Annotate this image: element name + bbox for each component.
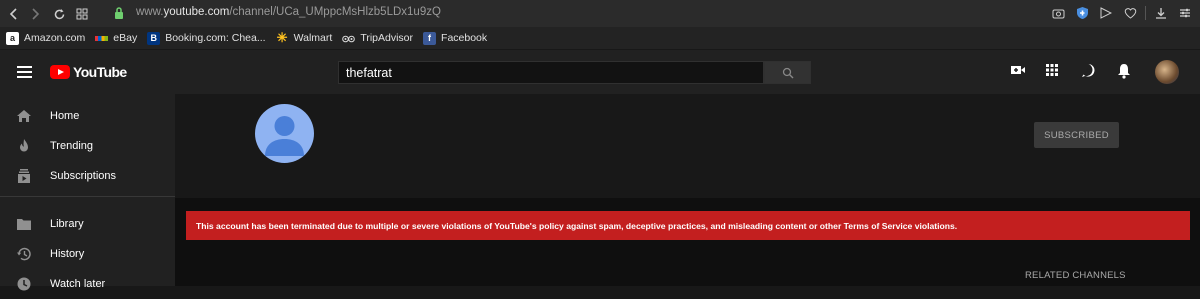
sidebar-item-label: Watch later [50, 278, 106, 290]
sidebar-item-trending[interactable]: Trending [0, 131, 175, 161]
sidebar-item-library[interactable]: Library [0, 209, 175, 239]
bookmarks-bar: a Amazon.com eBay B Booking.com: Chea...… [0, 27, 1200, 49]
toolbar-divider [1145, 6, 1146, 20]
vpn-shield-icon[interactable] [1073, 4, 1091, 22]
reload-icon[interactable] [48, 3, 70, 25]
subscriptions-icon [18, 169, 30, 183]
youtube-play-icon [50, 65, 70, 79]
search-icon [782, 67, 793, 78]
logo-text: YouTube [73, 64, 127, 80]
browser-toolbar: www.youtube.com/channel/UCa_UMppcMsHlzb5… [0, 0, 1200, 27]
sidebar-item-history[interactable]: History [0, 239, 175, 269]
related-channels-heading: RELATED CHANNELS [1025, 270, 1126, 281]
bookmark-label: Amazon.com [24, 32, 86, 44]
bookmark-facebook[interactable]: f Facebook [423, 31, 488, 45]
notifications-icon[interactable] [1117, 63, 1131, 84]
back-icon[interactable] [3, 3, 25, 25]
search-input[interactable]: thefatrat [338, 61, 764, 84]
bookmark-label: TripAdvisor [360, 32, 414, 44]
default-user-icon [265, 116, 304, 156]
bookmark-ebay[interactable]: eBay [95, 32, 137, 44]
history-icon [17, 247, 31, 261]
sidebar-item-label: Trending [50, 140, 94, 152]
messages-icon[interactable] [1081, 63, 1096, 83]
channel-header: SUBSCRIBED [175, 94, 1200, 198]
sidebar-item-label: History [50, 248, 85, 260]
sidebar-item-label: Subscriptions [50, 170, 117, 182]
sidebar-item-watch-later[interactable]: Watch later [0, 269, 175, 299]
easy-setup-icon[interactable] [1176, 4, 1194, 22]
home-icon [17, 110, 31, 122]
url-domain: youtube.com [163, 6, 230, 18]
menu-icon[interactable] [17, 66, 32, 78]
download-icon[interactable] [1152, 4, 1170, 22]
bookmark-tripadvisor[interactable]: TripAdvisor [342, 32, 413, 45]
search-button[interactable] [764, 61, 811, 84]
youtube-logo[interactable]: YouTube [50, 64, 127, 80]
bookmark-label: eBay [113, 32, 138, 44]
send-icon[interactable] [1097, 4, 1115, 22]
speed-dial-icon[interactable] [71, 3, 93, 25]
youtube-header: YouTube thefatrat [0, 50, 1200, 94]
apps-icon[interactable] [1045, 63, 1059, 82]
address-bar[interactable]: www.youtube.com/channel/UCa_UMppcMsHlzb5… [136, 6, 441, 18]
walmart-icon: ✳ [276, 30, 288, 45]
snapshot-icon[interactable] [1049, 4, 1067, 22]
termination-alert: This account has been terminated due to … [186, 211, 1190, 240]
forward-icon[interactable] [24, 3, 46, 25]
sidebar-item-label: Library [50, 218, 84, 230]
lock-icon [115, 7, 123, 19]
bookmark-label: Facebook [441, 32, 488, 44]
bookmark-booking[interactable]: B Booking.com: Chea... [147, 31, 266, 45]
ebay-icon [95, 35, 109, 41]
avatar[interactable] [1155, 60, 1179, 84]
heart-icon[interactable] [1121, 4, 1139, 22]
url-prefix: www. [136, 6, 164, 18]
trending-icon [20, 139, 28, 152]
bookmark-amazon[interactable]: a Amazon.com [6, 31, 86, 45]
amazon-icon: a [6, 31, 19, 45]
sidebar-item-label: Home [50, 110, 80, 122]
search-value: thefatrat [346, 66, 392, 80]
booking-icon: B [147, 31, 161, 45]
bookmark-label: Walmart [293, 32, 333, 44]
channel-avatar [255, 104, 314, 163]
sidebar: Home Trending Subscriptions Library Hist… [0, 94, 175, 291]
watch-later-icon [17, 277, 31, 291]
bookmark-label: Booking.com: Chea... [165, 32, 266, 44]
sidebar-item-home[interactable]: Home [0, 101, 175, 131]
facebook-icon: f [423, 31, 437, 45]
bookmark-walmart[interactable]: ✳ Walmart [276, 30, 333, 45]
sidebar-divider [0, 196, 175, 197]
subscribed-button[interactable]: SUBSCRIBED [1034, 122, 1119, 148]
sidebar-item-subscriptions[interactable]: Subscriptions [0, 161, 175, 191]
url-path: /channel/UCa_UMppcMsHlzb5LDx1u9zQ [229, 6, 441, 18]
tripadvisor-icon [342, 32, 356, 45]
termination-message: This account has been terminated due to … [196, 220, 958, 231]
create-video-icon[interactable] [1010, 63, 1026, 82]
library-icon [17, 219, 31, 230]
